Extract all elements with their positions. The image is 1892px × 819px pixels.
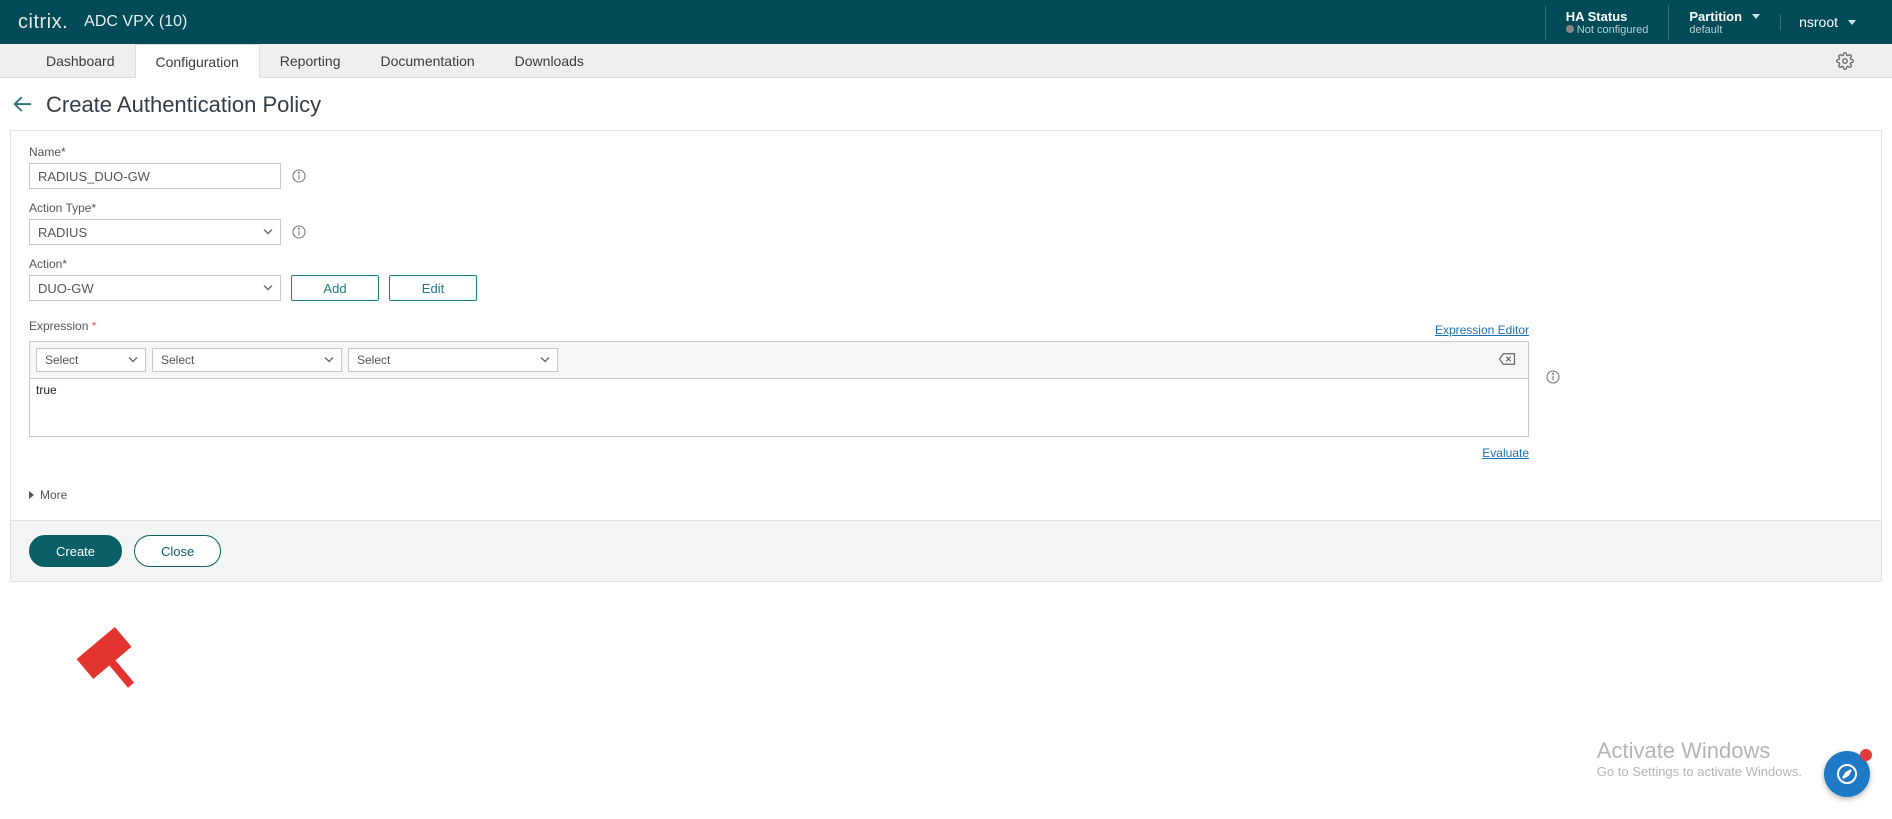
action-type-value[interactable] [29,219,281,245]
page-title-row: Create Authentication Policy [0,78,1892,130]
expression-textarea[interactable] [29,379,1529,437]
more-label: More [40,488,67,502]
form-footer: Create Close [11,520,1881,581]
compass-icon [1835,762,1859,786]
settings-gear[interactable] [1824,44,1866,77]
evaluate-link[interactable]: Evaluate [1482,446,1529,460]
back-arrow-icon [12,94,34,116]
gear-icon [1836,52,1854,70]
action-type-info[interactable] [291,224,307,240]
notification-dot-icon [1860,749,1872,761]
expression-editor-link[interactable]: Expression Editor [1435,323,1529,337]
main-tabs: Dashboard Configuration Reporting Docume… [0,44,1892,78]
app-header: citrix. ADC VPX (10) HA Status Not confi… [0,0,1892,44]
more-toggle[interactable]: More [29,480,1863,510]
tab-configuration[interactable]: Configuration [135,44,260,78]
action-value[interactable] [29,275,281,301]
info-icon [1545,369,1561,385]
form-panel: Name* Action Type* [10,130,1882,582]
info-icon [291,224,307,240]
info-icon [291,168,307,184]
user-menu[interactable]: nsroot [1780,14,1874,30]
partition-title: Partition [1689,9,1742,24]
action-label: Action* [29,257,1863,271]
tab-documentation[interactable]: Documentation [360,44,494,77]
ha-status-title: HA Status [1566,9,1628,24]
partition-block[interactable]: Partition default [1668,5,1780,40]
status-indicator-dot [1566,25,1574,33]
user-name: nsroot [1799,14,1838,30]
expr-select-1[interactable] [36,348,146,372]
annotation-arrow-icon [77,627,154,705]
action-type-label: Action Type* [29,201,1863,215]
watermark-sub: Go to Settings to activate Windows. [1597,764,1802,779]
name-info[interactable] [291,168,307,184]
name-label: Name* [29,145,1863,159]
tab-dashboard[interactable]: Dashboard [26,44,135,77]
action-type-select[interactable] [29,219,281,245]
edit-button[interactable]: Edit [389,275,477,301]
expr-select-2[interactable] [152,348,342,372]
page-title: Create Authentication Policy [46,92,321,118]
chevron-down-icon [1848,20,1856,25]
expression-label: Expression * [29,319,96,333]
brand-logo: citrix. [18,11,68,34]
windows-activation-watermark: Activate Windows Go to Settings to activ… [1597,738,1802,779]
partition-value: default [1689,24,1760,36]
expression-info[interactable] [1545,369,1561,385]
name-input[interactable] [29,163,281,189]
tab-downloads[interactable]: Downloads [495,44,604,77]
clear-expression[interactable] [1498,352,1522,369]
expression-toolbar [29,341,1529,379]
caret-right-icon [29,491,34,499]
add-button[interactable]: Add [291,275,379,301]
back-button[interactable] [12,94,34,116]
help-fab[interactable] [1824,751,1870,797]
ha-status-value: Not configured [1577,24,1649,36]
product-name: ADC VPX (10) [84,13,187,31]
close-button[interactable]: Close [134,535,221,567]
create-button[interactable]: Create [29,535,122,567]
action-select[interactable] [29,275,281,301]
expr-select-3[interactable] [348,348,558,372]
backspace-icon [1498,352,1516,366]
watermark-title: Activate Windows [1597,738,1802,764]
tab-reporting[interactable]: Reporting [260,44,361,77]
chevron-down-icon [1752,14,1760,19]
ha-status-block[interactable]: HA Status Not configured [1545,5,1669,40]
